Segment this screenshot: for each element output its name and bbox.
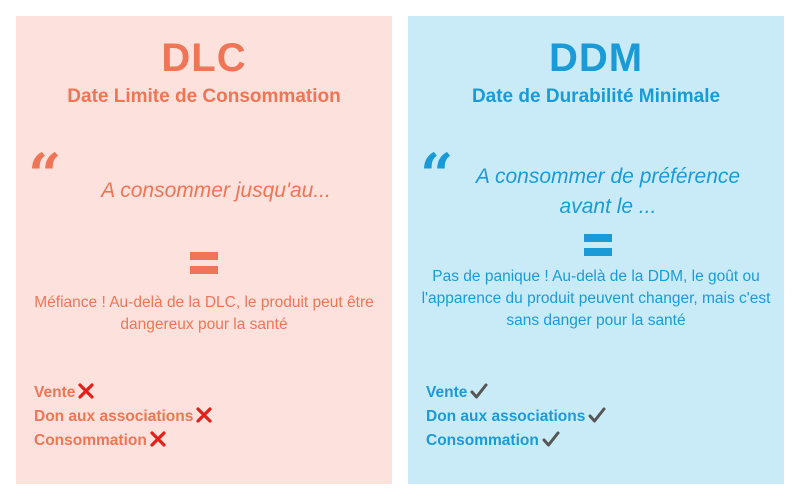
dlc-quote: A consommer jusqu'au...	[101, 179, 331, 202]
dlc-criteria-list: Vente Don aux associations Consommation	[34, 382, 212, 454]
equals-icon	[190, 252, 218, 274]
list-item: Consommation	[426, 430, 606, 454]
criterion-label: Don aux associations	[34, 408, 194, 425]
list-item: Don aux associations	[34, 406, 212, 430]
criterion-label: Consommation	[426, 432, 539, 449]
check-icon	[470, 383, 488, 406]
dlc-full-name: Date Limite de Consommation	[67, 86, 341, 107]
list-item: Vente	[426, 382, 606, 406]
check-icon	[542, 431, 560, 454]
cross-icon	[78, 383, 94, 406]
criterion-label: Vente	[426, 384, 468, 401]
ddm-full-name: Date de Durabilité Minimale	[471, 86, 721, 107]
ddm-title: DDM	[548, 36, 644, 80]
criterion-label: Don aux associations	[426, 408, 586, 425]
dlc-panel: DLC Date Limite de Consommation “ A cons…	[16, 16, 392, 484]
ddm-quote: A consommer de préférence avant le ...	[475, 165, 741, 218]
dlc-title: DLC	[161, 36, 247, 80]
list-item: Vente	[34, 382, 212, 406]
dlc-description: Méfiance ! Au-delà de la DLC, le produit…	[34, 294, 374, 333]
cross-icon	[196, 407, 212, 430]
criterion-label: Consommation	[34, 432, 147, 449]
equals-icon	[584, 234, 612, 256]
list-item: Don aux associations	[426, 406, 606, 430]
cross-icon	[150, 431, 166, 454]
list-item: Consommation	[34, 430, 212, 454]
check-icon	[588, 407, 606, 430]
ddm-description: Pas de panique ! Au-delà de la DDM, le g…	[421, 268, 771, 329]
ddm-panel: DDM Date de Durabilité Minimale “ A cons…	[408, 16, 784, 484]
criterion-label: Vente	[34, 384, 76, 401]
ddm-criteria-list: Vente Don aux associations Consommation	[426, 382, 606, 454]
